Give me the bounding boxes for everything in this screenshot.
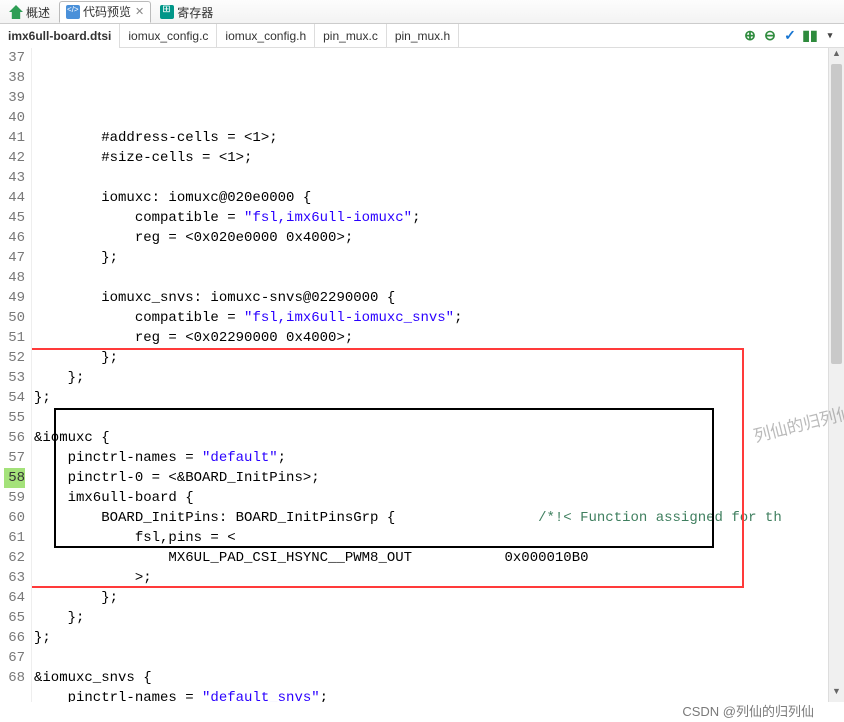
menu-dropdown-icon[interactable]: ▾ [822, 28, 838, 44]
code-icon [66, 5, 80, 19]
tab-label: 概述 [26, 4, 50, 21]
tab-code-preview[interactable]: 代码预览 ✕ [59, 1, 151, 23]
tab-registers[interactable]: 寄存器 [153, 1, 220, 23]
vertical-scrollbar[interactable]: ▲ ▼ [828, 48, 844, 702]
zoom-out-icon[interactable]: ⊖ [762, 28, 778, 44]
tab-label: 寄存器 [177, 4, 213, 21]
scroll-up-icon[interactable]: ▲ [829, 48, 844, 64]
file-tab[interactable]: iomux_config.c [120, 24, 217, 48]
filter-icon[interactable]: ✓ [782, 28, 798, 44]
line-numbers: 3738394041424344454647484950515253545556… [0, 48, 32, 702]
code-editor[interactable]: 3738394041424344454647484950515253545556… [0, 48, 844, 702]
register-icon [160, 5, 174, 19]
code-area[interactable]: #address-cells = <1>; #size-cells = <1>;… [32, 48, 844, 702]
file-tabs: imx6ull-board.dtsi iomux_config.c iomux_… [0, 24, 459, 48]
file-tab[interactable]: iomux_config.h [217, 24, 315, 48]
scroll-thumb[interactable] [831, 64, 842, 364]
file-tab[interactable]: pin_mux.c [315, 24, 387, 48]
view-tabs: 概述 代码预览 ✕ 寄存器 [0, 0, 844, 24]
chart-icon[interactable]: ▮▮ [802, 28, 818, 44]
close-icon[interactable]: ✕ [135, 5, 144, 18]
scroll-down-icon[interactable]: ▼ [829, 686, 844, 702]
home-icon [9, 5, 23, 19]
file-tab[interactable]: pin_mux.h [387, 24, 459, 48]
tab-label: 代码预览 [83, 3, 131, 20]
zoom-in-icon[interactable]: ⊕ [742, 28, 758, 44]
file-tab[interactable]: imx6ull-board.dtsi [0, 24, 120, 48]
footer-credit: CSDN @列仙的归列仙 [682, 701, 814, 720]
editor-tools: ⊕ ⊖ ✓ ▮▮ ▾ [742, 28, 844, 44]
file-bar: imx6ull-board.dtsi iomux_config.c iomux_… [0, 24, 844, 48]
tab-overview[interactable]: 概述 [2, 1, 57, 23]
